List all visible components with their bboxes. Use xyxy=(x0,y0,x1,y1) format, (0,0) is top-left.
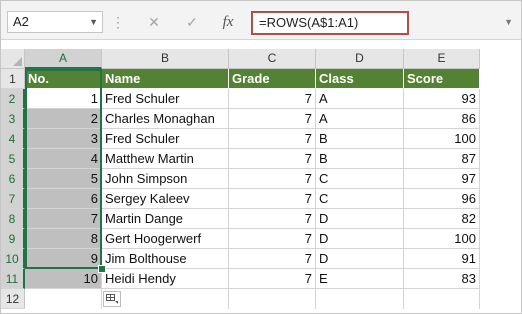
table-cell[interactable]: 6 xyxy=(25,189,102,209)
row-header-12[interactable]: 12 xyxy=(1,289,25,309)
column-header-e[interactable]: E xyxy=(404,49,480,69)
table-cell[interactable]: C xyxy=(316,189,404,209)
table-cell[interactable]: 7 xyxy=(229,149,316,169)
row-header-4[interactable]: 4 xyxy=(1,129,25,149)
table-cell[interactable]: D xyxy=(316,249,404,269)
autofill-options-icon[interactable] xyxy=(103,291,121,307)
table-cell[interactable]: John Simpson xyxy=(102,169,229,189)
table-cell[interactable]: 83 xyxy=(404,269,480,289)
empty-cell[interactable] xyxy=(404,289,480,309)
table-cell[interactable]: D xyxy=(316,209,404,229)
table-cell[interactable]: E xyxy=(316,269,404,289)
table-cell[interactable]: 7 xyxy=(229,269,316,289)
table-cell[interactable]: 100 xyxy=(404,129,480,149)
table-cell[interactable]: 4 xyxy=(25,149,102,169)
table-header-cell[interactable]: Score xyxy=(404,69,480,89)
table-header-cell[interactable]: No. xyxy=(25,69,102,89)
row-header-6[interactable]: 6 xyxy=(1,169,25,189)
table-cell[interactable]: Matthew Martin xyxy=(102,149,229,169)
empty-cell[interactable] xyxy=(229,289,316,309)
table-cell[interactable]: 7 xyxy=(229,229,316,249)
row-header-2[interactable]: 2 xyxy=(1,89,25,109)
table-cell[interactable]: 91 xyxy=(404,249,480,269)
table-cell[interactable]: 86 xyxy=(404,109,480,129)
insert-function-icon[interactable]: fx xyxy=(217,13,239,31)
fill-handle[interactable] xyxy=(98,265,106,273)
table-cell[interactable]: 97 xyxy=(404,169,480,189)
table-cell[interactable]: 7 xyxy=(229,129,316,149)
column-header-c[interactable]: C xyxy=(229,49,316,69)
table-cell[interactable]: A xyxy=(316,109,404,129)
table-cell[interactable]: 5 xyxy=(25,169,102,189)
name-box-dropdown-icon[interactable]: ▼ xyxy=(89,12,98,32)
table-cell[interactable]: Heidi Hendy xyxy=(102,269,229,289)
row-header-5[interactable]: 5 xyxy=(1,149,25,169)
row-header-7[interactable]: 7 xyxy=(1,189,25,209)
table-cell[interactable]: 7 xyxy=(229,249,316,269)
table-cell[interactable]: Martin Dange xyxy=(102,209,229,229)
formula-bar-grip: ⋮ xyxy=(111,14,125,30)
select-all-button[interactable] xyxy=(1,49,25,69)
empty-cell[interactable] xyxy=(25,289,102,309)
column-header-a[interactable]: A xyxy=(25,49,102,69)
table-header-cell[interactable]: Grade xyxy=(229,69,316,89)
empty-cell[interactable] xyxy=(102,289,229,309)
name-box-value: A2 xyxy=(13,14,29,29)
table-cell[interactable]: 10 xyxy=(25,269,102,289)
table-cell[interactable]: 7 xyxy=(229,169,316,189)
table-cell[interactable]: Gert Hoogerwerf xyxy=(102,229,229,249)
row-header-1[interactable]: 1 xyxy=(1,69,25,89)
row-header-10[interactable]: 10 xyxy=(1,249,25,269)
formula-input[interactable]: =ROWS(A$1:A1) xyxy=(251,11,409,35)
table-cell[interactable]: 93 xyxy=(404,89,480,109)
table-cell[interactable]: Fred Schuler xyxy=(102,129,229,149)
table-cell[interactable]: A xyxy=(316,89,404,109)
column-header-b[interactable]: B xyxy=(102,49,229,69)
table-cell[interactable]: B xyxy=(316,149,404,169)
column-header-d[interactable]: D xyxy=(316,49,404,69)
table-header-cell[interactable]: Class xyxy=(316,69,404,89)
empty-cell[interactable] xyxy=(316,289,404,309)
formula-bar: A2 ▼ ⋮ ✕ ✓ fx =ROWS(A$1:A1) ▼ xyxy=(1,1,521,40)
row-header-11[interactable]: 11 xyxy=(1,269,25,289)
expand-formula-bar-icon[interactable]: ▼ xyxy=(504,17,513,27)
table-cell[interactable]: C xyxy=(316,169,404,189)
cancel-icon[interactable]: ✕ xyxy=(143,13,165,31)
table-cell[interactable]: 100 xyxy=(404,229,480,249)
table-cell[interactable]: 7 xyxy=(229,89,316,109)
table-cell[interactable]: 3 xyxy=(25,129,102,149)
table-cell[interactable]: 82 xyxy=(404,209,480,229)
table-cell[interactable]: 2 xyxy=(25,109,102,129)
table-cell[interactable]: 1 xyxy=(25,89,102,109)
table-cell[interactable]: 7 xyxy=(229,209,316,229)
table-cell[interactable]: 87 xyxy=(404,149,480,169)
table-cell[interactable]: B xyxy=(316,129,404,149)
row-header-3[interactable]: 3 xyxy=(1,109,25,129)
excel-window: A2 ▼ ⋮ ✕ ✓ fx =ROWS(A$1:A1) ▼ ABCDE12345… xyxy=(0,0,522,314)
table-cell[interactable]: 9 xyxy=(25,249,102,269)
table-cell[interactable]: 7 xyxy=(25,209,102,229)
table-header-cell[interactable]: Name xyxy=(102,69,229,89)
table-cell[interactable]: 7 xyxy=(229,109,316,129)
table-cell[interactable]: 96 xyxy=(404,189,480,209)
enter-icon[interactable]: ✓ xyxy=(181,13,203,31)
table-cell[interactable]: Sergey Kaleev xyxy=(102,189,229,209)
table-cell[interactable]: Jim Bolthouse xyxy=(102,249,229,269)
row-header-8[interactable]: 8 xyxy=(1,209,25,229)
table-cell[interactable]: Charles Monaghan xyxy=(102,109,229,129)
row-header-9[interactable]: 9 xyxy=(1,229,25,249)
name-box[interactable]: A2 ▼ xyxy=(7,11,103,33)
table-cell[interactable]: 7 xyxy=(229,189,316,209)
table-cell[interactable]: Fred Schuler xyxy=(102,89,229,109)
table-cell[interactable]: D xyxy=(316,229,404,249)
table-cell[interactable]: 8 xyxy=(25,229,102,249)
